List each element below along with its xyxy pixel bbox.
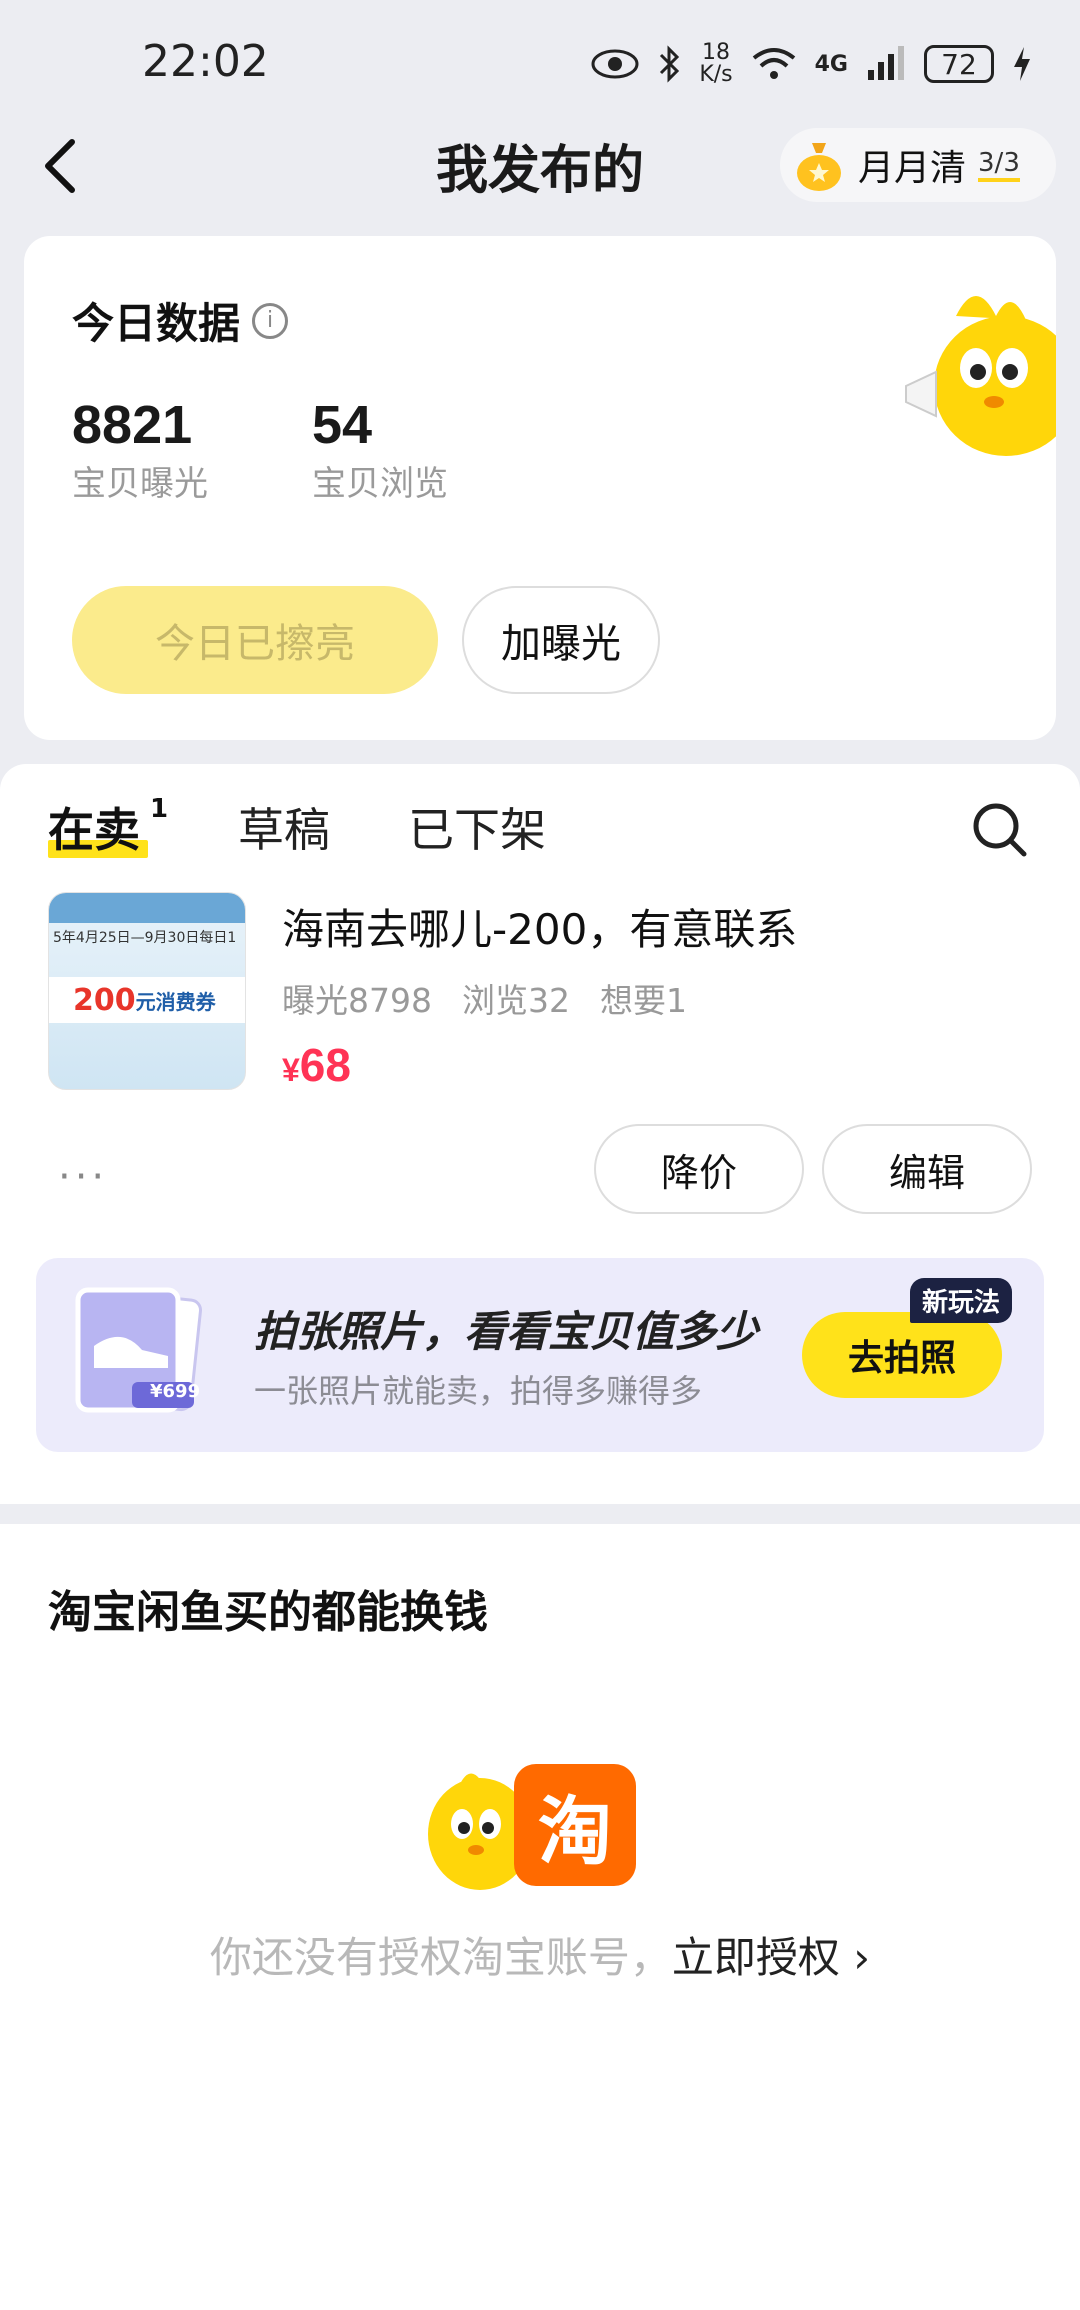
network-speed: 18 K/s [699, 42, 732, 86]
thumb-unit: 元消费券 [135, 989, 216, 1014]
today-data-title: 今日数据 i [72, 290, 289, 351]
speed-value: 18 [701, 40, 730, 65]
taobao-logo: 淘 [514, 1764, 636, 1886]
charging-icon [1014, 47, 1030, 81]
stat-exposure: 8821 宝贝曝光 [72, 394, 208, 505]
promo-subtitle: 一张照片就能卖，拍得多赚得多 [254, 1372, 703, 1410]
search-button[interactable] [970, 800, 1030, 860]
tab-delisted[interactable]: 已下架 [408, 794, 546, 860]
item-stat-wants: 想要1 [599, 981, 687, 1020]
item-stat-views: 浏览32 [461, 981, 570, 1020]
today-data-card: 今日数据 i 8821 宝贝曝光 54 宝贝浏览 今日已擦亮 加曝光 [24, 236, 1056, 740]
today-title-text: 今日数据 [72, 299, 241, 348]
status-icons: 18 K/s 4G 72 [591, 36, 1032, 92]
promo-tag-price: ¥699 [150, 1381, 201, 1402]
item-stats: 曝光8798 浏览32 想要1 [282, 974, 687, 1022]
item-thumbnail[interactable]: 5年4月25日—9月30日每日1 200 元消费券 [48, 892, 246, 1090]
more-options-button[interactable]: ··· [58, 1154, 108, 1200]
chevron-right-icon: › [853, 1933, 871, 1982]
wifi-icon [752, 48, 795, 79]
thumb-coupon: 200 元消费券 [49, 977, 245, 1023]
signal-icon [868, 46, 904, 80]
speed-unit: K/s [699, 62, 733, 87]
stat-views: 54 宝贝浏览 [312, 394, 448, 505]
currency-symbol: ¥ [282, 1052, 300, 1088]
search-icon [973, 803, 1027, 857]
listing-section: 在卖 1 草稿 已下架 5年4月25日—9月30日每日1 200 元消费券 海南… [0, 764, 1080, 1504]
battery-indicator: 72 [924, 45, 994, 83]
mascot-megaphone-icon [905, 296, 1056, 456]
reduce-price-button[interactable]: 降价 [594, 1124, 804, 1214]
tab-on-sale[interactable]: 在卖 [48, 794, 140, 860]
money-bag-icon [797, 143, 841, 191]
authorize-link-label: 立即授权 [671, 1933, 840, 1982]
stat-views-value: 54 [312, 395, 373, 455]
authorize-link[interactable]: 立即授权 › [672, 1933, 870, 1982]
eye-icon [591, 49, 639, 79]
thumb-banner [49, 893, 245, 923]
promo-title: 拍张照片，看看宝贝值多少 [254, 1307, 759, 1356]
thumb-date-line: 5年4月25日—9月30日每日1 [53, 930, 237, 946]
item-stat-exposure: 曝光8798 [282, 981, 432, 1020]
monthly-clear-count: 3/3 [978, 148, 1020, 182]
monthly-clear-label: 月月清 [858, 148, 967, 189]
monthly-clear-button[interactable]: 月月清 3/3 [780, 128, 1056, 202]
take-photo-button[interactable]: 去拍照 [802, 1312, 1002, 1398]
info-icon[interactable]: i [252, 302, 289, 339]
photo-promo-banner[interactable]: ¥699 拍张照片，看看宝贝值多少 一张照片就能卖，拍得多赚得多 去拍照 新玩法 [36, 1258, 1044, 1452]
taobao-section-title: 淘宝闲鱼买的都能换钱 [48, 1587, 488, 1638]
tab-drafts[interactable]: 草稿 [238, 794, 330, 860]
shoe-price-tag-icon [75, 1287, 202, 1413]
new-feature-badge: 新玩法 [910, 1278, 1013, 1323]
polished-today-button[interactable]: 今日已擦亮 [72, 586, 438, 694]
price-value: 68 [299, 1039, 351, 1091]
stat-exposure-label: 宝贝曝光 [72, 464, 208, 504]
tab-on-sale-badge: 1 [150, 794, 169, 824]
item-title[interactable]: 海南去哪儿-200，有意联系 [282, 896, 797, 957]
stat-exposure-value: 8821 [72, 395, 193, 455]
bluetooth-icon [660, 45, 680, 83]
edit-button[interactable]: 编辑 [822, 1124, 1032, 1214]
item-price: ¥68 [282, 1038, 351, 1092]
boost-exposure-button[interactable]: 加曝光 [462, 586, 660, 694]
mascot-peek-icon [428, 1773, 520, 1890]
thumb-amount: 200 [73, 982, 136, 1018]
network-type: 4G [814, 51, 848, 77]
stat-views-label: 宝贝浏览 [312, 464, 448, 504]
taobao-section: 淘宝闲鱼买的都能换钱 淘 你还没有授权淘宝账号，立即授权 › [0, 1524, 1080, 2310]
authorize-prompt-text: 你还没有授权淘宝账号， [209, 1933, 672, 1982]
authorize-prompt: 你还没有授权淘宝账号，立即授权 › [0, 1924, 1080, 1985]
status-time: 22:02 [142, 36, 269, 87]
